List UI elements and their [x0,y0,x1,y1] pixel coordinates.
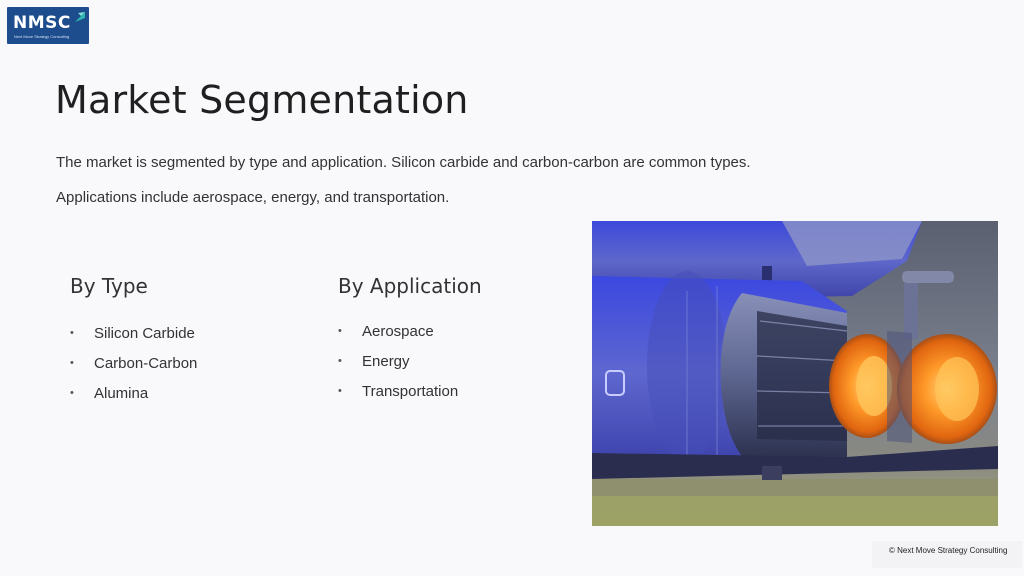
intro-line-1: The market is segmented by type and appl… [56,154,751,171]
intro-line-2: Applications include aerospace, energy, … [56,189,450,206]
type-item-label: Carbon-Carbon [94,354,198,372]
list-item: • Transportation [338,376,458,406]
application-item-label: Aerospace [362,322,434,340]
page-title: Market Segmentation [55,78,469,122]
type-item-label: Alumina [94,384,149,402]
bullet-icon: • [338,355,342,367]
jet-engine-image [592,221,998,526]
application-item-label: Energy [362,352,410,370]
application-item-label: Transportation [362,382,459,400]
list-item: • Energy [338,346,458,376]
bullet-icon: • [70,357,74,369]
company-logo: NMSC Next Move Strategy Consulting [7,7,89,44]
list-item: • Silicon Carbide [70,318,197,348]
logo-tagline: Next Move Strategy Consulting [14,34,70,39]
by-application-heading: By Application [338,274,482,298]
by-application-list: • Aerospace • Energy • Transportation [338,316,458,406]
by-type-heading: By Type [70,274,148,298]
bullet-icon: • [70,327,74,339]
bullet-icon: • [338,385,342,397]
logo-text: NMSC [13,13,71,33]
jet-engine-illustration [592,221,998,526]
bullet-icon: • [338,325,342,337]
by-type-list: • Silicon Carbide • Carbon-Carbon • Alum… [70,318,197,408]
type-item-label: Silicon Carbide [94,324,195,342]
list-item: • Alumina [70,378,197,408]
copyright-note: © Next Move Strategy Consulting [872,541,1022,568]
logo-arrow-icon [75,12,85,22]
bullet-icon: • [70,387,74,399]
list-item: • Aerospace [338,316,458,346]
list-item: • Carbon-Carbon [70,348,197,378]
